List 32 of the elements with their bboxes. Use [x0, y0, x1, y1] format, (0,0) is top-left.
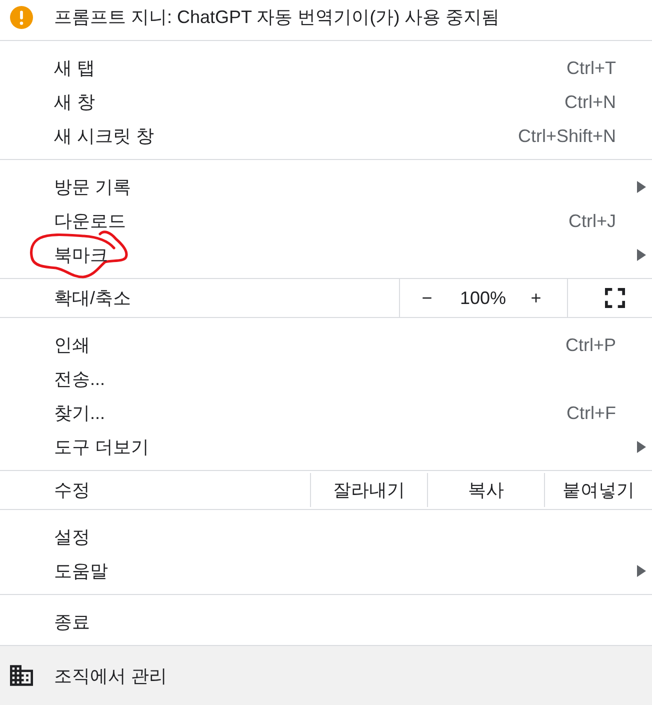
menu-item[interactable]: 설정 — [54, 525, 90, 549]
keyboard-shortcut: Ctrl+J — [568, 210, 616, 232]
menu-item[interactable]: 도구 더보기 — [54, 435, 150, 459]
warning-icon — [10, 6, 33, 28]
menu-item[interactable]: 인쇄 — [54, 333, 90, 357]
keyboard-shortcut: Ctrl+F — [566, 402, 616, 424]
menu-item[interactable]: 새 탭 — [54, 56, 96, 80]
menu-item[interactable]: 종료 — [54, 610, 90, 634]
copy-button[interactable]: 복사 — [427, 473, 544, 507]
zoom-level: 100% — [458, 288, 508, 308]
zoom-out-button[interactable]: − — [400, 283, 454, 313]
menu-item[interactable]: 전송... — [54, 367, 106, 391]
menu-item[interactable]: 도움말 — [54, 559, 108, 583]
fullscreen-icon — [605, 288, 625, 308]
menu-item[interactable]: 방문 기록 — [54, 175, 132, 199]
zoom-label: 확대/축소 — [54, 287, 132, 310]
menu-item[interactable]: 북마크 — [54, 243, 108, 267]
paste-button[interactable]: 붙여넣기 — [544, 473, 652, 507]
menu-item[interactable]: 새 창 — [54, 90, 96, 114]
keyboard-shortcut: Ctrl+N — [564, 92, 616, 112]
menu-item[interactable]: 새 시크릿 창 — [54, 124, 154, 148]
keyboard-shortcut: Ctrl+P — [565, 334, 616, 356]
edit-label: 수정 — [54, 479, 90, 502]
building-icon — [10, 665, 33, 686]
managed-by-organization-item[interactable]: 조직에서 관리 — [0, 645, 652, 705]
zoom-in-button[interactable]: + — [512, 283, 560, 313]
keyboard-shortcut: Ctrl+T — [566, 58, 616, 78]
menu-item[interactable]: 찾기... — [54, 401, 106, 425]
keyboard-shortcut: Ctrl+Shift+N — [518, 126, 616, 146]
cut-button[interactable]: 잘라내기 — [310, 473, 427, 507]
menu-item[interactable]: 다운로드 — [54, 209, 126, 233]
extension-warning-item[interactable]: 프롬프트 지니: ChatGPT 자동 번역기이(가) 사용 중지됨 — [0, 0, 652, 40]
